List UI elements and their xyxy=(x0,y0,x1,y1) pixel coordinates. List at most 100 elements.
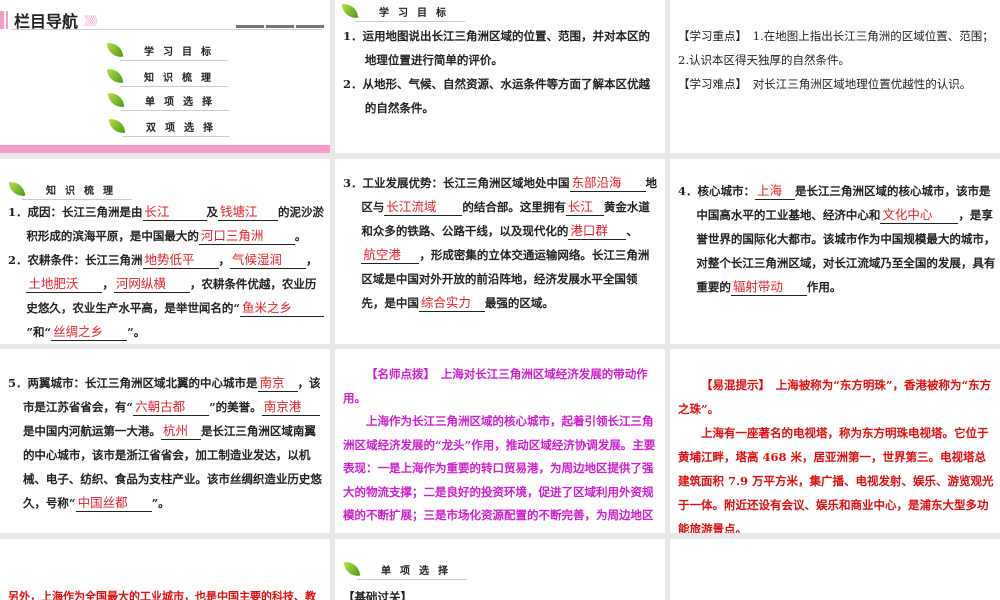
knowledge-text: 1．成因：长江三角洲是由 长江及钱塘江 的泥沙淤积形成的滨海平原，是中国最大的 河口三… xyxy=(8,200,326,344)
slide-knowledge-3[interactable]: 4．核心城市： 上海 是长江三角洲区域的核心城市，该市是中国高水平的工业基地、经济中… xyxy=(670,159,1000,344)
answer-blank: 河口三角洲 xyxy=(198,228,295,245)
knowledge-item-3: 3．工业发展优势：长江三角洲区域地处中国 东部沿海 地区与 长江流域 的结合部。这里拥有… xyxy=(343,171,659,315)
answer-blank: 上海 xyxy=(755,183,796,200)
leaf-icon xyxy=(106,40,124,60)
answer-blank: 长江 xyxy=(565,199,604,216)
knowledge-item-1: 1．成因：长江三角洲是由 长江及钱塘江 的泥沙淤积形成的滨海平原，是中国最大的 河口三… xyxy=(8,200,326,248)
answer-blank: 辐射带动 xyxy=(730,279,807,296)
more-text: 另外，上海作为全国最大的工业城市，也是中国主要的科技、教 xyxy=(8,590,316,600)
tip-title: 【名师点拨】 上海对长江三角洲区域经济发展的带动作用。 xyxy=(343,367,648,405)
key-points: 【学习重点】 1.在地图上指出长江三角洲的区域位置、范围；2.认识本区得天独厚的… xyxy=(678,24,996,96)
pink-marker xyxy=(0,11,4,29)
text-segment: 最强的区域。 xyxy=(484,296,554,310)
leaf-icon xyxy=(107,90,125,110)
answer-blank: 钱塘江 xyxy=(218,204,279,221)
slide-more[interactable]: 另外，上海作为全国最大的工业城市，也是中国主要的科技、教 xyxy=(0,539,330,600)
answer-blank: 丝绸之乡 xyxy=(51,324,128,341)
heading-label: 单项选择 xyxy=(381,565,457,577)
leaf-icon xyxy=(341,1,359,21)
slide-single-choice[interactable]: 单项选择 【基础过关】 xyxy=(335,539,665,600)
answer-blank: 综合实力 xyxy=(418,295,485,312)
answer-blank: 中国丝都 xyxy=(75,495,152,512)
nav-item-single-choice[interactable]: 单项选择 xyxy=(107,90,229,111)
tip-body: 上海作为长江三角洲区域的核心城市，起着引领长江三角洲区域经济发展的“龙头”作用，… xyxy=(343,414,656,533)
knowledge-item-4: 4．核心城市： 上海 是长江三角洲区域的核心城市，该市是中国高水平的工业基地、经济中… xyxy=(678,179,996,299)
sub-heading: 【基础过关】 xyxy=(343,590,412,600)
divider xyxy=(12,29,322,30)
answer-blank: 气候湿润 xyxy=(230,252,307,269)
leaf-icon xyxy=(343,559,361,579)
text-segment: 的结合部。这里拥有 xyxy=(462,200,566,214)
underline xyxy=(121,110,229,111)
confusion-tip: 【易混提示】 上海被称为“东方明珠”，香港被称为“东方之珠”。 上海有一座著名的… xyxy=(678,373,996,533)
slide-key-points[interactable]: 【学习重点】 1.在地图上指出长江三角洲的区域位置、范围；2.认识本区得天独厚的… xyxy=(670,0,1000,153)
knowledge-text: 3．工业发展优势：长江三角洲区域地处中国 东部沿海 地区与 长江流域 的结合部。这里拥有… xyxy=(343,171,659,315)
nav-item-label: 知识梳理 xyxy=(144,72,220,84)
nav-header: 栏目导航 》》》 xyxy=(0,10,104,31)
text-segment: ， xyxy=(102,277,114,291)
answer-blank: 河网纵横 xyxy=(113,276,190,293)
pink-marker xyxy=(6,11,8,29)
text-segment: 3．工业发展优势：长江三角洲区域地处中国 xyxy=(343,176,570,190)
text-segment: 4．核心城市： xyxy=(678,184,756,198)
tip-title: 【易混提示】 上海被称为“东方明珠”，香港被称为“东方之珠”。 xyxy=(678,378,992,416)
nav-item-label: 双项选择 xyxy=(146,122,222,134)
underline xyxy=(122,136,230,137)
underline xyxy=(120,60,228,61)
nav-item-label: 单项选择 xyxy=(145,96,221,108)
answer-blank: 长江流域 xyxy=(384,199,463,216)
answer-blank: 港口群 xyxy=(568,223,627,240)
text-segment: 、 xyxy=(626,224,638,238)
focus-text: 【学习重点】 1.在地图上指出长江三角洲的区域位置、范围；2.认识本区得天独厚的… xyxy=(678,29,994,67)
text-segment: 2．农耕条件：长江三角洲 xyxy=(8,253,143,267)
nav-item-objectives[interactable]: 学习目标 xyxy=(106,40,228,61)
answer-blank: 东部沿海 xyxy=(569,175,646,192)
text-segment: 5．两翼城市：长江三角洲区域北翼的中心城市是 xyxy=(8,376,258,390)
answer-blank: 鱼米之乡 xyxy=(240,300,325,317)
slide-knowledge-4[interactable]: 5．两翼城市：长江三角洲区域北翼的中心城市是 南京 ，该市是江苏省省会，有“ 六朝古都… xyxy=(0,349,330,533)
dash-decoration xyxy=(296,25,324,28)
heading-label: 学习目标 xyxy=(379,7,455,19)
nav-item-double-choice[interactable]: 双项选择 xyxy=(108,116,230,137)
nav-item-knowledge[interactable]: 知识梳理 xyxy=(106,66,228,87)
text-segment: 1．成因：长江三角洲是由 xyxy=(8,205,143,219)
dash-decoration xyxy=(236,25,264,28)
dash-decoration xyxy=(266,25,294,28)
answer-blank: 文化中心 xyxy=(880,207,959,224)
text-segment: 及 xyxy=(206,205,219,219)
slide-confusion-tip[interactable]: 【易混提示】 上海被称为“东方明珠”，香港被称为“东方之珠”。 上海有一座著名的… xyxy=(670,349,1000,533)
slide-nav[interactable]: 栏目导航 》》》 学习目标 知识梳理 单项选择 双项选择 xyxy=(0,0,330,153)
slide-blank[interactable] xyxy=(670,539,1000,600)
teacher-tip: 【名师点拨】 上海对长江三角洲区域经济发展的带动作用。 上海作为长江三角洲区域的… xyxy=(343,363,659,533)
underline xyxy=(120,86,228,87)
underline xyxy=(355,21,465,22)
slide-knowledge-1[interactable]: 知识梳理 1．成因：长江三角洲是由 长江及钱塘江 的泥沙淤积形成的滨海平原，是中国最… xyxy=(0,159,330,344)
nav-item-label: 学习目标 xyxy=(144,46,220,58)
objectives-list: 1．运用地图说出长江三角洲区域的位置、范围，并对本区的地理位置进行简单的评价。 … xyxy=(343,24,659,120)
answer-blank: 南京港 xyxy=(261,399,320,416)
slide-knowledge-2[interactable]: 3．工业发展优势：长江三角洲区域地处中国 东部沿海 地区与 长江流域 的结合部。这里拥有… xyxy=(335,159,665,344)
text-segment: 是中国内河航运第一大港。 xyxy=(22,424,161,438)
leaf-icon xyxy=(108,116,126,136)
answer-blank: 地势低平 xyxy=(142,252,219,269)
answer-blank: 航空港 xyxy=(361,247,420,264)
answer-blank: 土地肥沃 xyxy=(26,276,103,293)
text-segment: 作用。 xyxy=(806,280,842,294)
underline xyxy=(357,579,467,580)
leaf-icon xyxy=(8,179,26,199)
section-heading: 学习目标 xyxy=(341,1,465,22)
knowledge-item-5: 5．两翼城市：长江三角洲区域北翼的中心城市是 南京 ，该市是江苏省省会，有“ 六朝古都… xyxy=(8,371,326,515)
knowledge-text: 4．核心城市： 上海 是长江三角洲区域的核心城市，该市是中国高水平的工业基地、经济中… xyxy=(678,179,996,299)
text-segment: ， xyxy=(218,253,231,267)
objective-item: 2．从地形、气候、自然资源、水运条件等方面了解本区优越的自然条件。 xyxy=(343,77,650,115)
heading-label: 知识梳理 xyxy=(46,185,122,197)
knowledge-item-2: 2．农耕条件：长江三角洲 地势低平，气候湿润 ，土地肥沃，河网纵横 ，农耕条件优越，农… xyxy=(8,248,326,344)
answer-blank: 六朝古都 xyxy=(133,399,210,416)
chevrons-icon: 》》》 xyxy=(84,13,104,28)
slide-teacher-tip[interactable]: 【名师点拨】 上海对长江三角洲区域经济发展的带动作用。 上海作为长江三角洲区域的… xyxy=(335,349,665,533)
slide-objectives[interactable]: 学习目标 1．运用地图说出长江三角洲区域的位置、范围，并对本区的地理位置进行简单… xyxy=(335,0,665,153)
tip-body: 上海有一座著名的电视塔，称为东方明珠电视塔。它位于黄埔江畔，塔高 468 米，居… xyxy=(678,426,994,533)
knowledge-text: 5．两翼城市：长江三角洲区域北翼的中心城市是 南京 ，该市是江苏省省会，有“ 六朝古都… xyxy=(8,371,326,515)
leaf-icon xyxy=(106,66,124,86)
answer-blank: 南京 xyxy=(257,375,298,392)
